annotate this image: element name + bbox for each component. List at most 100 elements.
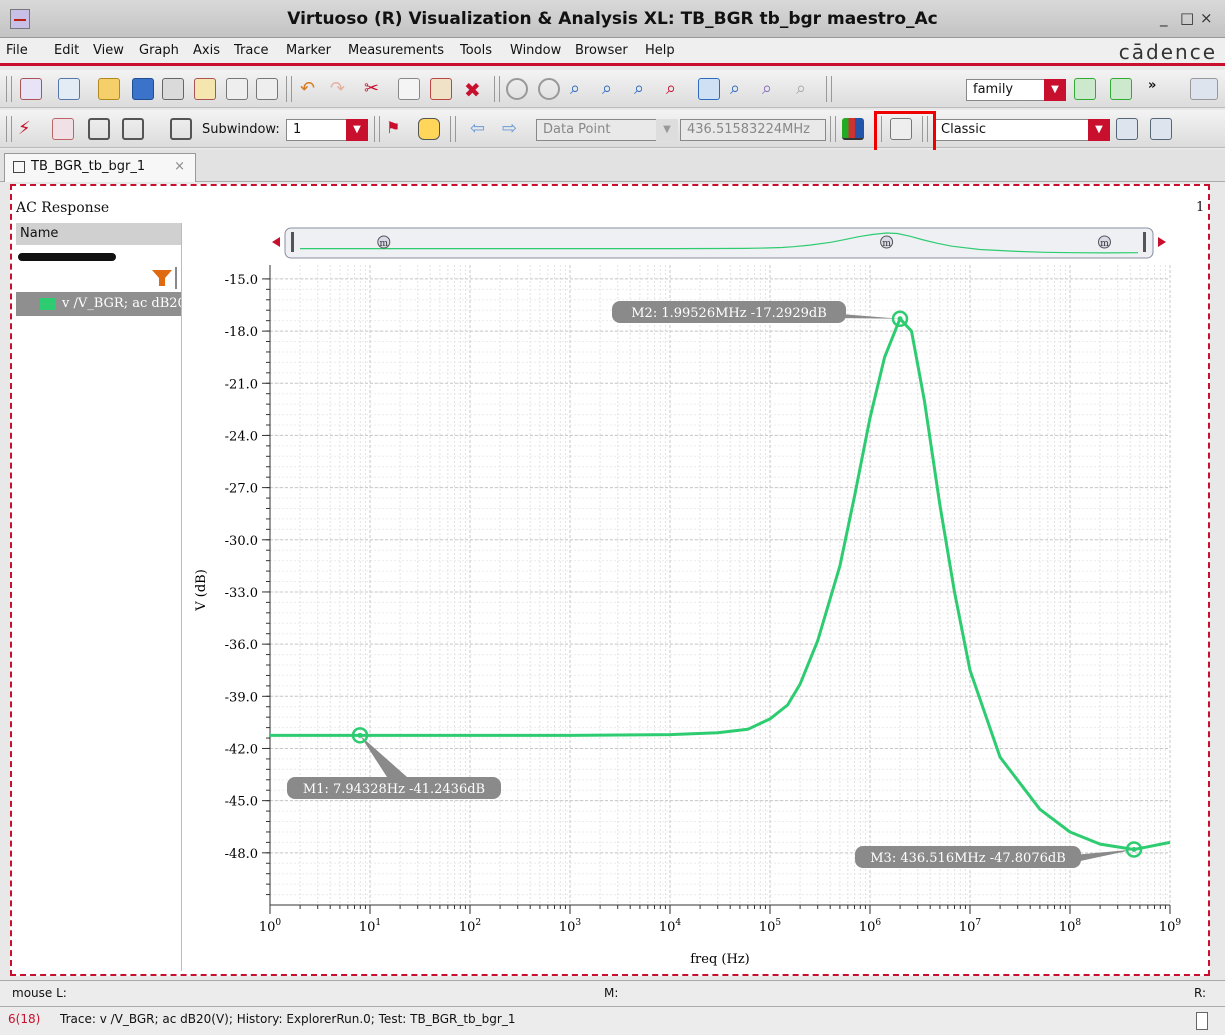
undo-icon[interactable]: ↶ — [300, 78, 322, 100]
magic-wand-icon[interactable]: ⚡ — [18, 118, 40, 140]
edit-check-icon[interactable] — [256, 78, 278, 100]
grid-split-icon[interactable] — [170, 118, 192, 140]
filter-icon[interactable] — [148, 267, 178, 289]
tab-close-icon[interactable]: × — [174, 159, 185, 174]
window-close-icon[interactable] — [1150, 118, 1172, 140]
frequency-value: 436.51583224MHz — [687, 122, 810, 137]
subwindow-dropdown[interactable]: 1 ▼ — [286, 119, 368, 141]
copy-icon[interactable] — [398, 78, 420, 100]
toolbar-separator — [286, 76, 292, 102]
menu-view[interactable]: View — [93, 43, 124, 58]
main-toolbar: ↶ ↷ ✂ ✖ ⌕ ⌕ ⌕ ⌕ ⌕ ⌕ ⌕ family ▼ » — [0, 70, 1225, 108]
tab-label: TB_BGR_tb_bgr_1 — [31, 159, 146, 174]
menu-window[interactable]: Window — [510, 43, 561, 58]
print-preview-icon[interactable] — [194, 78, 216, 100]
zoom-in-icon[interactable]: ⌕ — [570, 78, 592, 100]
marker-zoom-icon[interactable]: ⌕ — [730, 78, 752, 100]
subwindow-label: Subwindow: — [202, 122, 280, 137]
mouse-status: mouse L: — [12, 986, 67, 1000]
zoom-out-icon[interactable]: ⌕ — [602, 78, 624, 100]
zoom-disabled-icon[interactable]: ⌕ — [796, 78, 818, 100]
toolbar-grip — [6, 116, 12, 142]
stop-icon[interactable] — [506, 78, 528, 100]
vertical-split-icon[interactable] — [122, 118, 144, 140]
horizontal-split-icon[interactable] — [88, 118, 110, 140]
menu-bar: File Edit View Graph Axis Trace Marker M… — [0, 38, 1225, 66]
chevron-down-icon: ▼ — [1044, 79, 1066, 101]
menu-edit[interactable]: Edit — [54, 43, 79, 58]
overflow-chevron-icon[interactable]: » — [1148, 78, 1170, 100]
menu-graph[interactable]: Graph — [139, 43, 179, 58]
maximize-button[interactable]: □ — [1180, 9, 1194, 27]
panel-title: AC Response — [16, 200, 110, 216]
menu-marker[interactable]: Marker — [286, 43, 331, 58]
menu-file[interactable]: File — [6, 43, 28, 58]
paste-icon[interactable] — [430, 78, 452, 100]
redo-icon[interactable]: ↷ — [330, 78, 352, 100]
fit-icon[interactable] — [698, 78, 720, 100]
grid-icon[interactable] — [1190, 78, 1218, 100]
sticker-icon[interactable] — [52, 118, 74, 140]
trace-info: Trace: v /V_BGR; ac dB20(V); History: Ex… — [60, 1012, 516, 1026]
redacted-bar — [18, 253, 116, 261]
zoom-y-icon[interactable]: ⌕ — [666, 78, 688, 100]
refresh-icon[interactable] — [538, 78, 560, 100]
save-icon[interactable] — [132, 78, 154, 100]
toolbar-separator — [374, 116, 380, 142]
toolbar-separator — [826, 76, 832, 102]
window-icon[interactable] — [1116, 118, 1138, 140]
right-status: R: — [1194, 986, 1207, 1000]
zoom-x-icon[interactable]: ⌕ — [634, 78, 656, 100]
forward-arrow-icon[interactable]: ⇨ — [502, 118, 524, 140]
family-plot-icon[interactable] — [1074, 78, 1096, 100]
print-icon[interactable] — [162, 78, 184, 100]
plot-style-value: Classic — [941, 122, 986, 137]
new-window-icon[interactable] — [20, 78, 42, 100]
cadence-logo: cādence — [1118, 40, 1217, 64]
menu-tools[interactable]: Tools — [460, 43, 492, 58]
flag-icon[interactable]: ⚑ — [386, 118, 408, 140]
close-button[interactable]: × — [1200, 9, 1213, 27]
toolbar-separator — [830, 116, 836, 142]
back-arrow-icon[interactable]: ⇦ — [470, 118, 492, 140]
toolbar-grip — [6, 76, 12, 102]
menu-help[interactable]: Help — [645, 43, 675, 58]
cut-icon[interactable]: ✂ — [364, 78, 386, 100]
bar-chart-icon[interactable] — [842, 118, 864, 140]
panel-divider — [181, 223, 182, 971]
plot-style-dropdown[interactable]: Classic ▼ — [934, 119, 1110, 141]
trace-color-swatch — [40, 298, 56, 310]
data-point-value: Data Point — [543, 122, 611, 137]
name-column-header: Name — [16, 223, 182, 245]
open-folder-icon[interactable] — [98, 78, 120, 100]
tab-bar: TB_BGR_tb_bgr_1 × — [0, 150, 1225, 182]
new-subwindow-icon[interactable] — [58, 78, 80, 100]
properties-icon[interactable] — [226, 78, 248, 100]
family-plot2-icon[interactable] — [1110, 78, 1132, 100]
minimize-button[interactable]: _ — [1160, 9, 1168, 27]
info-icon[interactable] — [418, 118, 440, 140]
menu-trace[interactable]: Trace — [234, 43, 269, 58]
trace-list-item[interactable]: v /V_BGR; ac dB20 — [16, 292, 182, 316]
selection-count: 6(18) — [8, 1012, 41, 1026]
marker-zoom2-icon[interactable]: ⌕ — [762, 78, 784, 100]
menu-axis[interactable]: Axis — [193, 43, 220, 58]
data-point-dropdown[interactable]: Data Point ▼ — [536, 119, 678, 141]
status-bar: mouse L: M: R: — [0, 980, 1225, 1008]
family-dropdown[interactable]: family ▼ — [966, 79, 1066, 101]
graph-workspace — [10, 184, 1210, 976]
title-bar: Virtuoso (R) Visualization & Analysis XL… — [0, 0, 1225, 38]
middle-status: M: — [604, 986, 619, 1000]
highlight-box — [874, 111, 936, 155]
trace-label: v /V_BGR; ac dB20 — [62, 296, 182, 311]
chevron-down-icon: ▼ — [346, 119, 368, 141]
scroll-handle[interactable] — [1196, 1012, 1208, 1030]
menu-measurements[interactable]: Measurements — [348, 43, 444, 58]
window-title: Virtuoso (R) Visualization & Analysis XL… — [287, 9, 938, 29]
family-value: family — [973, 82, 1014, 97]
menu-browser[interactable]: Browser — [575, 43, 628, 58]
frequency-field[interactable]: 436.51583224MHz — [680, 119, 826, 141]
delete-icon[interactable]: ✖ — [464, 78, 486, 102]
chevron-down-icon: ▼ — [1088, 119, 1110, 141]
tab-tb-bgr[interactable]: TB_BGR_tb_bgr_1 × — [4, 153, 196, 182]
